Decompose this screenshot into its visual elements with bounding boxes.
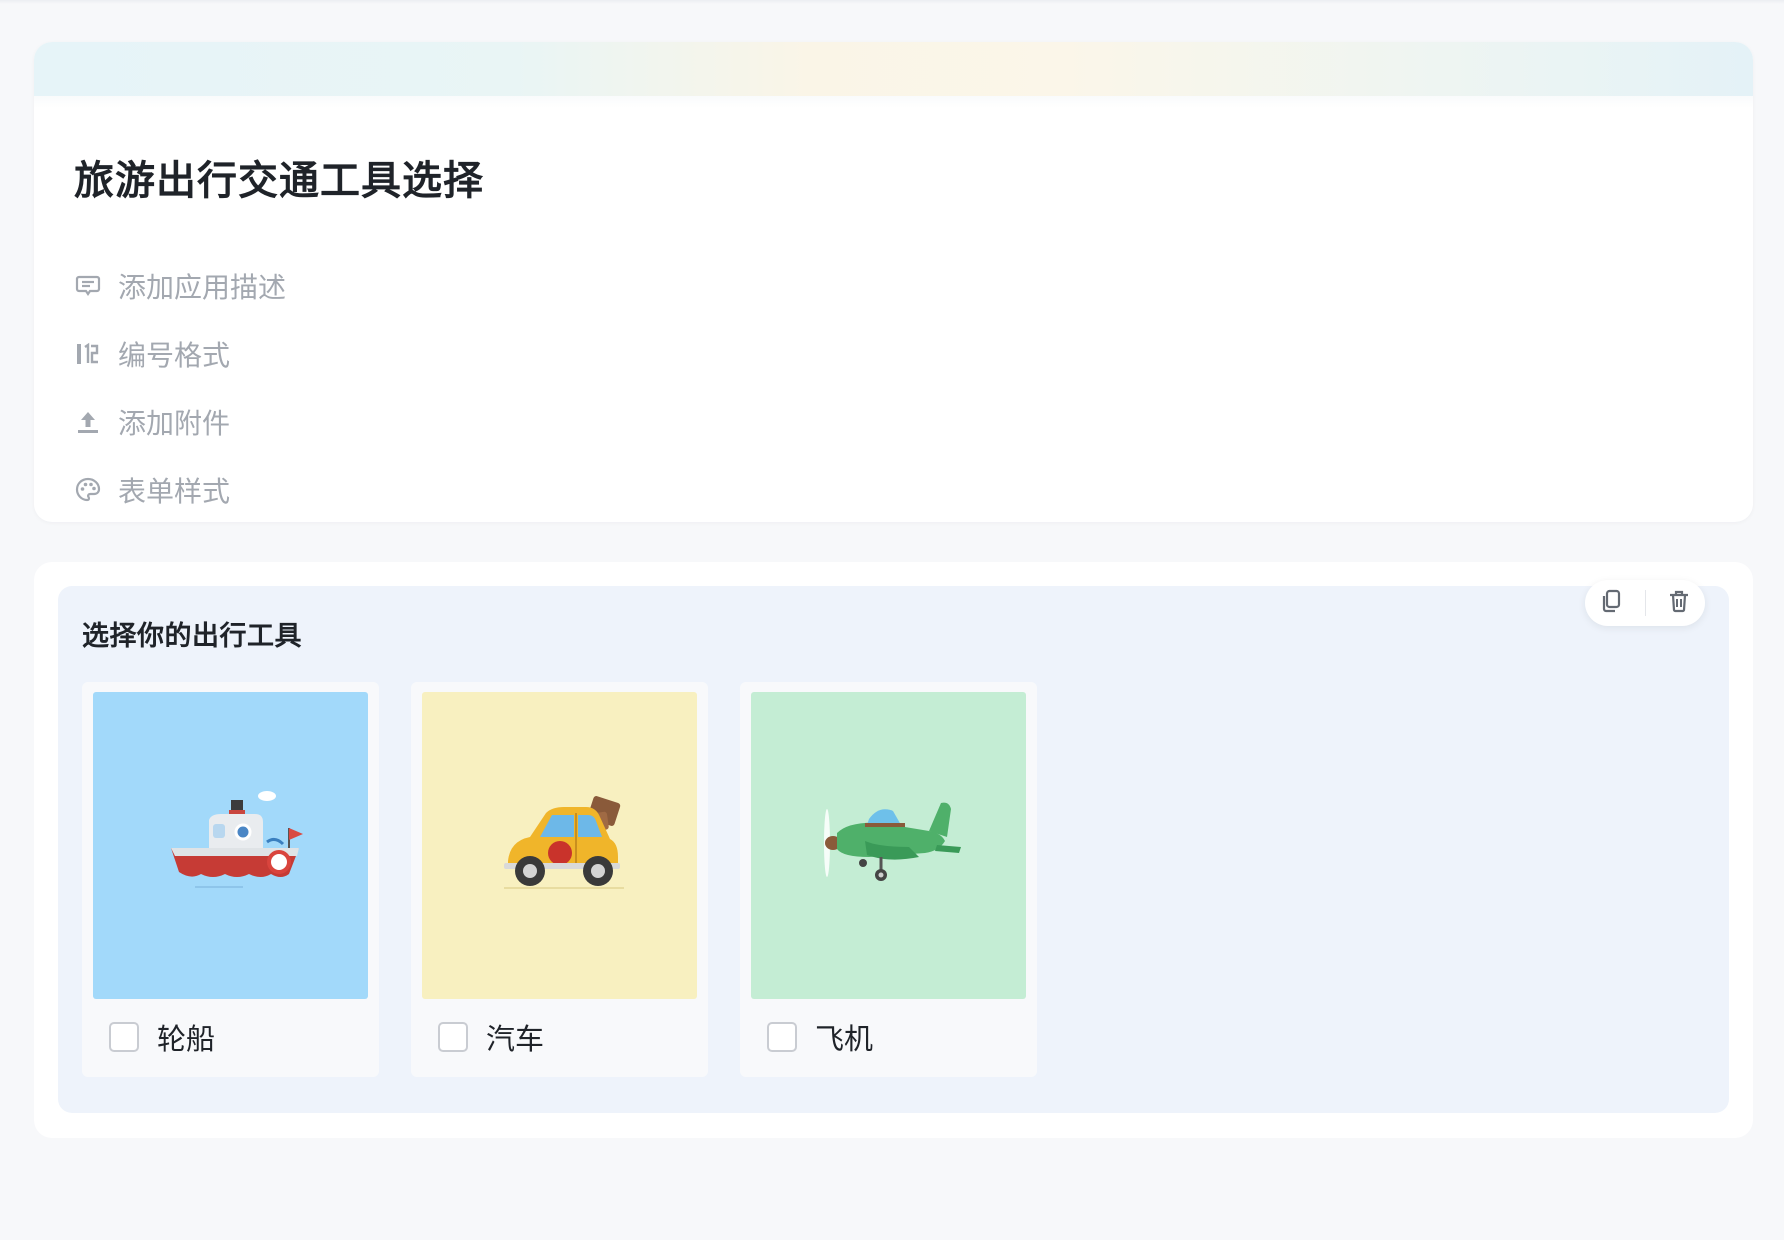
numbering-format-label: 编号格式 xyxy=(118,340,231,371)
question-title[interactable]: 选择你的出行工具 xyxy=(82,614,302,653)
option-label: 飞机 xyxy=(815,1024,874,1056)
form-meta-actions: 添加应用描述 编号格式 添加附件 表单样式 xyxy=(74,272,286,522)
copy-icon xyxy=(1599,588,1625,619)
option-label: 轮船 xyxy=(157,1024,216,1056)
upload-icon xyxy=(74,408,102,436)
add-description-action[interactable]: 添加应用描述 xyxy=(74,252,286,320)
top-edge xyxy=(0,0,1784,4)
option-footer: 飞机 xyxy=(767,1016,873,1058)
palette-icon xyxy=(74,476,102,504)
header-banner xyxy=(34,42,1753,108)
option-checkbox[interactable] xyxy=(109,1022,139,1052)
question-toolbar xyxy=(1585,580,1705,626)
options-list: 轮船 汽车 飞机 xyxy=(82,682,1037,1077)
form-header-card: 旅游出行交通工具选择 添加应用描述 编号格式 添加附件 表单样式 xyxy=(34,42,1753,522)
option-car[interactable]: 汽车 xyxy=(411,682,708,1077)
comment-icon xyxy=(74,272,102,300)
option-checkbox[interactable] xyxy=(438,1022,468,1052)
form-style-label: 表单样式 xyxy=(118,476,231,507)
add-attachment-label: 添加附件 xyxy=(118,408,231,439)
option-label: 汽车 xyxy=(486,1024,545,1056)
option-airplane[interactable]: 飞机 xyxy=(740,682,1037,1077)
form-style-action[interactable]: 表单样式 xyxy=(74,456,286,522)
airplane-illustration xyxy=(751,692,1026,999)
question-card: 选择你的出行工具 轮船 汽车 飞机 xyxy=(34,562,1753,1138)
option-footer: 轮船 xyxy=(109,1016,215,1058)
option-ship[interactable]: 轮船 xyxy=(82,682,379,1077)
option-footer: 汽车 xyxy=(438,1016,544,1058)
ship-illustration xyxy=(93,692,368,999)
numbering-icon xyxy=(74,340,102,368)
option-checkbox[interactable] xyxy=(767,1022,797,1052)
car-illustration xyxy=(422,692,697,999)
add-description-label: 添加应用描述 xyxy=(118,272,287,303)
form-title[interactable]: 旅游出行交通工具选择 xyxy=(74,148,484,206)
add-attachment-action[interactable]: 添加附件 xyxy=(74,388,286,456)
numbering-format-action[interactable]: 编号格式 xyxy=(74,320,286,388)
question-field[interactable]: 选择你的出行工具 轮船 汽车 飞机 xyxy=(58,580,1729,1113)
copy-button[interactable] xyxy=(1592,583,1632,623)
delete-button[interactable] xyxy=(1659,583,1699,623)
trash-icon xyxy=(1666,588,1692,619)
toolbar-divider xyxy=(1644,590,1646,616)
